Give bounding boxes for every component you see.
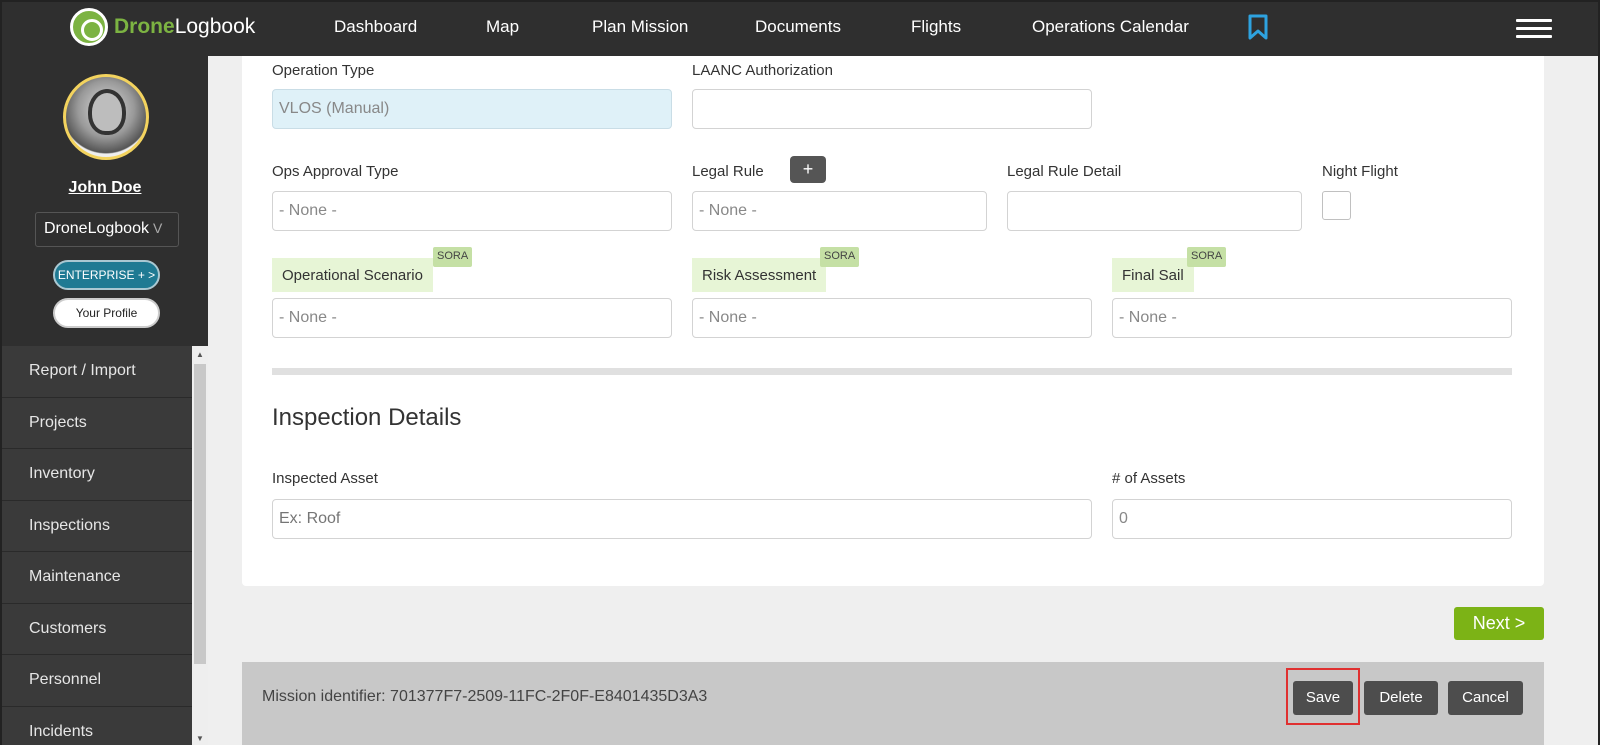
legal-rule-label: Legal Rule <box>692 163 764 180</box>
legal-rule-detail-label: Legal Rule Detail <box>1007 163 1122 180</box>
nav-plan-mission[interactable]: Plan Mission <box>592 17 688 37</box>
your-profile-button[interactable]: Your Profile <box>53 298 160 328</box>
night-flight-label: Night Flight <box>1322 163 1398 180</box>
laanc-input[interactable] <box>692 89 1092 129</box>
add-legal-rule-button[interactable]: + <box>790 156 826 183</box>
sidebar-profile: John Doe DroneLogbook V ENTERPRISE + > Yo… <box>2 56 208 346</box>
hamburger-menu-icon[interactable] <box>1516 19 1552 39</box>
nav-flights[interactable]: Flights <box>911 17 961 37</box>
risk-assessment-label: Risk Assessment <box>692 258 827 292</box>
sidebar-item-maintenance[interactable]: Maintenance <box>2 552 192 604</box>
sidebar-item-incidents[interactable]: Incidents <box>2 707 192 745</box>
nav-map[interactable]: Map <box>486 17 519 37</box>
user-name-link[interactable]: John Doe <box>2 179 208 197</box>
sora-badge: SORA <box>820 247 860 267</box>
sora-badge: SORA <box>1187 247 1227 267</box>
night-flight-checkbox[interactable] <box>1322 191 1351 220</box>
sidebar-item-customers[interactable]: Customers <box>2 604 192 655</box>
final-sail-select[interactable]: - None - <box>1112 298 1512 338</box>
legal-rule-select[interactable]: - None - <box>692 191 987 231</box>
scroll-thumb[interactable] <box>194 364 206 664</box>
asset-count-input[interactable]: 0 <box>1112 499 1512 539</box>
inspected-asset-input[interactable] <box>272 499 1092 539</box>
sidebar-menu: Report / Import Projects Inventory Inspe… <box>2 346 192 745</box>
legal-rule-detail-input[interactable] <box>1007 191 1302 231</box>
operational-scenario-label: Operational Scenario <box>272 258 433 292</box>
avatar[interactable] <box>63 74 149 160</box>
save-button[interactable]: Save <box>1293 681 1353 715</box>
org-select-value: DroneLogbook <box>44 220 149 237</box>
nav-dashboard[interactable]: Dashboard <box>334 17 417 37</box>
chevron-down-icon: V <box>152 220 163 236</box>
operational-scenario-select[interactable]: - None - <box>272 298 672 338</box>
sidebar-item-inventory[interactable]: Inventory <box>2 449 192 501</box>
bookmark-icon[interactable] <box>1247 14 1269 40</box>
inspected-asset-label: Inspected Asset <box>272 470 378 487</box>
laanc-label: LAANC Authorization <box>692 62 833 79</box>
delete-button[interactable]: Delete <box>1364 681 1438 715</box>
sidebar-item-personnel[interactable]: Personnel <box>2 655 192 707</box>
top-navbar: DroneLogbook Dashboard Map Plan Mission … <box>2 2 1598 56</box>
sidebar-item-projects[interactable]: Projects <box>2 398 192 449</box>
operation-type-label: Operation Type <box>272 62 375 79</box>
ops-approval-select[interactable]: - None - <box>272 191 672 231</box>
mission-identifier: Mission identifier: 701377F7-2509-11FC-2… <box>262 688 708 705</box>
asset-count-label: # of Assets <box>1112 470 1186 487</box>
drone-logo-icon <box>70 8 108 46</box>
final-sail-label: Final Sail <box>1112 258 1194 292</box>
org-select[interactable]: DroneLogbook V <box>35 212 179 247</box>
sidebar-item-report-import[interactable]: Report / Import <box>2 346 192 398</box>
next-button[interactable]: Next > <box>1454 607 1544 640</box>
app-logo[interactable]: DroneLogbook <box>70 8 255 46</box>
cancel-button[interactable]: Cancel <box>1448 681 1523 715</box>
sidebar-scrollbar[interactable]: ▲ ▼ <box>192 346 208 745</box>
ops-approval-label: Ops Approval Type <box>272 163 399 180</box>
enterprise-button[interactable]: ENTERPRISE + > <box>53 260 160 290</box>
inspection-details-title: Inspection Details <box>272 404 462 431</box>
scroll-up-icon[interactable]: ▲ <box>196 350 204 359</box>
sora-badge: SORA <box>433 247 473 267</box>
nav-documents[interactable]: Documents <box>755 17 841 37</box>
section-divider <box>272 368 1512 375</box>
nav-operations-calendar[interactable]: Operations Calendar <box>1032 17 1189 37</box>
scroll-down-icon[interactable]: ▼ <box>196 734 204 743</box>
operation-type-select[interactable]: VLOS (Manual) <box>272 89 672 129</box>
app-logo-text: DroneLogbook <box>114 15 256 38</box>
sidebar-item-inspections[interactable]: Inspections <box>2 501 192 552</box>
risk-assessment-select[interactable]: - None - <box>692 298 1092 338</box>
